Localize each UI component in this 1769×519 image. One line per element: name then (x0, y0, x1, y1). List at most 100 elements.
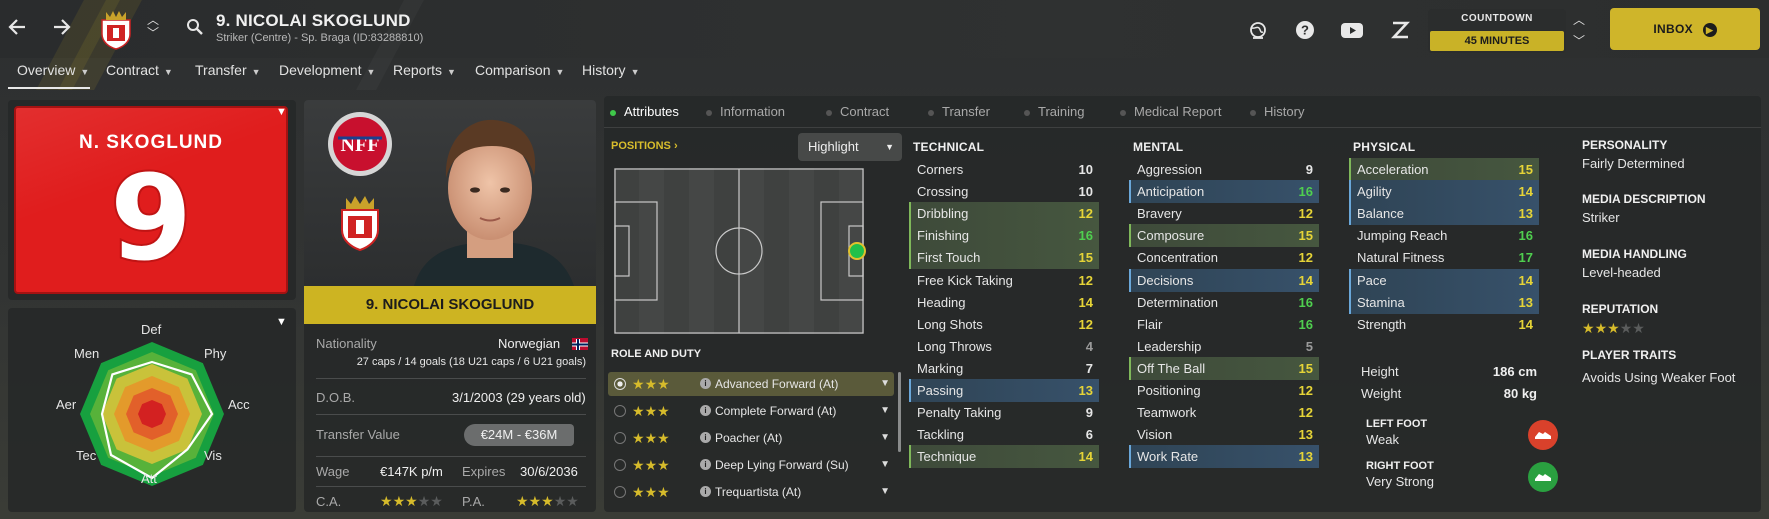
attribute-row[interactable]: Tackling 6 (909, 423, 1099, 446)
attribute-row[interactable]: Aggression 9 (1129, 158, 1319, 181)
attribute-row[interactable]: Long Shots 12 (909, 313, 1099, 336)
chevron-down-icon[interactable]: ▼ (276, 106, 287, 118)
role-item[interactable]: ★★★ i Deep Lying Forward (Su) ▼ (608, 453, 894, 477)
role-radio[interactable] (614, 378, 626, 390)
back-arrow-icon[interactable] (5, 14, 31, 40)
positions-link[interactable]: POSITIONS › (611, 140, 678, 152)
countdown-widget[interactable]: COUNTDOWN 45 MINUTES (1428, 9, 1566, 53)
star-icon: ★ (528, 493, 542, 509)
chevron-down-icon[interactable]: ▼ (880, 426, 890, 450)
attribute-row[interactable]: Concentration 12 (1129, 246, 1319, 269)
star-icon: ★ (657, 376, 670, 392)
role-radio[interactable] (614, 459, 626, 471)
attribute-row[interactable]: Flair 16 (1129, 313, 1319, 336)
role-radio[interactable] (614, 405, 626, 417)
striker-position-marker[interactable] (848, 242, 866, 260)
role-radio[interactable] (614, 486, 626, 498)
subtab-training[interactable]: Training (1024, 104, 1084, 119)
globe-icon[interactable] (1248, 20, 1268, 40)
up-down-arrows-icon[interactable]: ︿ ﹀ (146, 14, 160, 40)
youtube-icon[interactable] (1340, 20, 1364, 40)
attribute-value: 10 (1078, 184, 1093, 200)
attribute-value: 13 (1518, 206, 1533, 222)
attribute-row[interactable]: Vision 13 (1129, 423, 1319, 446)
club-crest-icon[interactable] (98, 8, 134, 50)
attribute-row[interactable]: Agility 14 (1349, 180, 1539, 204)
attribute-row[interactable]: Strength 14 (1349, 313, 1539, 336)
search-icon[interactable] (186, 18, 204, 36)
subtab-contract[interactable]: Contract (826, 104, 889, 119)
role-list-scrollbar[interactable] (898, 372, 901, 452)
tab-history[interactable]: History ▼ (582, 62, 639, 78)
role-item[interactable]: ★★★ i Complete Forward (At) ▼ (608, 399, 894, 423)
chevron-down-icon[interactable]: ▼ (880, 480, 890, 504)
attribute-row[interactable]: Off The Ball 15 (1129, 356, 1319, 380)
subtab-attributes[interactable]: Attributes (610, 104, 679, 119)
tab-reports[interactable]: Reports ▼ (393, 62, 456, 78)
z-icon[interactable] (1390, 20, 1410, 40)
info-icon[interactable]: i (700, 486, 711, 497)
attribute-row[interactable]: Positioning 12 (1129, 379, 1319, 402)
tab-contract[interactable]: Contract ▼ (106, 62, 173, 78)
nationality-value[interactable]: Norwegian (498, 336, 560, 351)
chevron-down-icon[interactable]: ▼ (880, 399, 890, 423)
attribute-row[interactable]: Finishing 16 (909, 224, 1099, 248)
info-icon[interactable]: i (700, 459, 711, 470)
subtab-transfer[interactable]: Transfer (928, 104, 990, 119)
role-stars: ★★★ (632, 480, 670, 505)
attribute-row[interactable]: Stamina 13 (1349, 290, 1539, 314)
attribute-row[interactable]: Dribbling 12 (909, 202, 1099, 226)
subtab-medical-report[interactable]: Medical Report (1120, 104, 1221, 119)
tab-comparison[interactable]: Comparison ▼ (475, 62, 564, 78)
role-radio[interactable] (614, 432, 626, 444)
attribute-row[interactable]: Bravery 12 (1129, 202, 1319, 225)
tab-development[interactable]: Development ▼ (279, 62, 375, 78)
attribute-row[interactable]: Free Kick Taking 12 (909, 269, 1099, 292)
attribute-row[interactable]: Anticipation 16 (1129, 180, 1319, 204)
attribute-value: 4 (1085, 338, 1093, 354)
inbox-button[interactable]: INBOX ▶ (1610, 8, 1760, 50)
attribute-row[interactable]: Balance 13 (1349, 202, 1539, 226)
attribute-row[interactable]: Heading 14 (909, 291, 1099, 314)
attribute-row[interactable]: Leadership 5 (1129, 335, 1319, 358)
highlight-dropdown[interactable]: Highlight ▼ (798, 133, 902, 161)
attribute-row[interactable]: Marking 7 (909, 357, 1099, 380)
chevron-down-icon[interactable]: ▼ (880, 453, 890, 477)
role-name: Deep Lying Forward (Su) (715, 458, 849, 472)
role-item[interactable]: ★★★ i Advanced Forward (At) ▼ (608, 372, 894, 396)
subtab-information[interactable]: Information (706, 104, 785, 119)
profile-panel: NFF 9. NICOLAI SKOGLUND Nationality Norw… (304, 100, 596, 512)
role-item[interactable]: ★★★ i Trequartista (At) ▼ (608, 480, 894, 504)
attribute-row[interactable]: Work Rate 13 (1129, 445, 1319, 469)
attribute-row[interactable]: Passing 13 (909, 379, 1099, 402)
attribute-row[interactable]: Pace 14 (1349, 268, 1539, 292)
attribute-row[interactable]: First Touch 15 (909, 246, 1099, 270)
countdown-arrows-icon[interactable]: ︿ ﹀ (1572, 10, 1586, 52)
subtab-history[interactable]: History (1250, 104, 1304, 119)
chevron-down-icon[interactable]: ▼ (880, 372, 890, 396)
forward-arrow-icon[interactable] (48, 14, 74, 40)
info-icon[interactable]: i (700, 405, 711, 416)
attribute-row[interactable]: Crossing 10 (909, 180, 1099, 203)
tab-overview[interactable]: Overview ▼ (17, 62, 89, 78)
info-icon[interactable]: i (700, 378, 711, 389)
role-item[interactable]: ★★★ i Poacher (At) ▼ (608, 426, 894, 450)
attribute-row[interactable]: Natural Fitness 17 (1349, 246, 1539, 269)
info-icon[interactable]: i (700, 432, 711, 443)
radar-panel: ▼ Def Phy Acc Vis Att Tec Aer Men (8, 308, 296, 512)
attribute-row[interactable]: Technique 14 (909, 445, 1099, 469)
attribute-row[interactable]: Jumping Reach 16 (1349, 224, 1539, 247)
attribute-name: Pace (1357, 272, 1387, 288)
attribute-row[interactable]: Acceleration 15 (1349, 158, 1539, 181)
attribute-row[interactable]: Corners 10 (909, 158, 1099, 181)
attribute-row[interactable]: Composure 15 (1129, 224, 1319, 248)
tab-transfer[interactable]: Transfer ▼ (195, 62, 261, 78)
attribute-row[interactable]: Determination 16 (1129, 291, 1319, 314)
attribute-row[interactable]: Decisions 14 (1129, 268, 1319, 292)
attribute-row[interactable]: Long Throws 4 (909, 335, 1099, 358)
attribute-row[interactable]: Teamwork 12 (1129, 401, 1319, 424)
attribute-row[interactable]: Penalty Taking 9 (909, 401, 1099, 424)
transfer-value-tag[interactable]: €24M - €36M (464, 424, 574, 446)
help-icon[interactable]: ? (1295, 20, 1315, 40)
height-value: 186 cm (1492, 364, 1537, 379)
